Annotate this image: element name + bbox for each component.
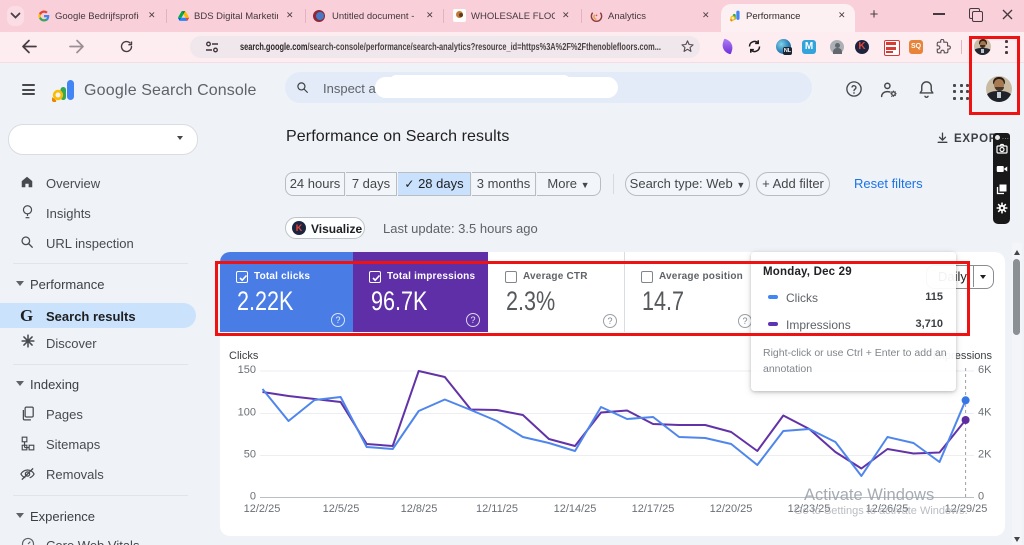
svg-text:0: 0 bbox=[978, 491, 984, 503]
svg-text:Activate Windows: Activate Windows bbox=[804, 486, 934, 504]
svg-text:12/8/25: 12/8/25 bbox=[401, 503, 438, 515]
svg-text:100: 100 bbox=[238, 407, 256, 419]
svg-text:12/5/25: 12/5/25 bbox=[323, 503, 360, 515]
svg-text:12/20/25: 12/20/25 bbox=[710, 503, 753, 515]
svg-text:12/11/25: 12/11/25 bbox=[476, 503, 518, 515]
svg-text:4K: 4K bbox=[978, 407, 992, 419]
svg-text:2K: 2K bbox=[978, 449, 992, 461]
svg-text:12/14/25: 12/14/25 bbox=[554, 503, 597, 515]
svg-text:Go to Settings to activate Win: Go to Settings to activate Windows. bbox=[794, 505, 968, 517]
svg-text:6K: 6K bbox=[978, 364, 992, 376]
svg-text:12/2/25: 12/2/25 bbox=[244, 503, 281, 515]
svg-text:0: 0 bbox=[250, 491, 256, 503]
svg-text:150: 150 bbox=[238, 364, 256, 376]
svg-text:50: 50 bbox=[244, 449, 256, 461]
svg-text:Clicks: Clicks bbox=[229, 350, 259, 362]
svg-text:12/17/25: 12/17/25 bbox=[632, 503, 675, 515]
